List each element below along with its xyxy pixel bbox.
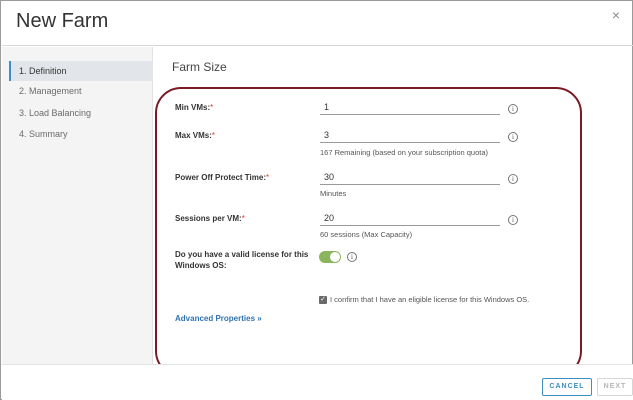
max-vms-info-icon[interactable]: i [508, 132, 518, 142]
new-farm-dialog: New Farm × 1. Definition 2. Management 3… [0, 0, 633, 400]
step-management[interactable]: 2. Management [9, 81, 153, 101]
max-vms-helper: 167 Remaining (based on your subscriptio… [320, 148, 489, 157]
toggle-knob [330, 252, 340, 262]
min-vms-label: Min VMs:* [175, 103, 214, 112]
step-definition[interactable]: 1. Definition [9, 61, 153, 81]
next-button[interactable]: NEXT [597, 378, 633, 396]
farm-size-highlight: Min VMs:* i Max VMs:* i 167 Remaining (b… [155, 87, 582, 377]
required-mark: * [211, 131, 216, 140]
min-vms-info-icon[interactable]: i [508, 104, 518, 114]
dialog-footer: CANCEL NEXT [2, 364, 633, 400]
license-confirm-label: I confirm that I have an eligible licens… [330, 295, 530, 304]
max-vms-label: Max VMs:* [175, 131, 216, 140]
dialog-header: New Farm × [2, 2, 633, 46]
step-load-balancing[interactable]: 3. Load Balancing [9, 103, 153, 123]
max-vms-input[interactable] [320, 127, 500, 143]
step-summary[interactable]: 4. Summary [9, 124, 153, 144]
power-off-info-icon[interactable]: i [508, 174, 518, 184]
power-off-input[interactable] [320, 169, 500, 185]
sessions-info-icon[interactable]: i [508, 215, 518, 225]
close-icon[interactable]: × [609, 8, 623, 22]
required-mark: * [241, 214, 245, 223]
power-off-label: Power Off Protect Time:* [175, 173, 270, 182]
dialog-title: New Farm [16, 10, 109, 32]
license-info-icon[interactable]: i [347, 252, 357, 262]
wizard-steps-sidebar: 1. Definition 2. Management 3. Load Bala… [2, 47, 153, 364]
license-toggle[interactable] [319, 251, 341, 263]
sessions-helper: 60 sessions (Max Capacity) [320, 230, 413, 239]
min-vms-input[interactable] [320, 99, 500, 115]
license-question-label: Do you have a valid license for this Wind… [175, 250, 309, 270]
sessions-label: Sessions per VM:* [175, 214, 245, 223]
sessions-input[interactable] [320, 210, 500, 226]
license-confirm-checkbox[interactable]: ✓ [319, 296, 327, 304]
advanced-properties-link[interactable]: Advanced Properties » [175, 314, 262, 323]
main-panel: Farm Size Min VMs:* i Max VMs:* i 167 Re… [153, 47, 633, 377]
cancel-button[interactable]: CANCEL [542, 378, 592, 396]
power-off-helper: Minutes [320, 189, 347, 198]
section-title: Farm Size [172, 60, 227, 74]
required-mark: * [265, 173, 270, 182]
required-mark: * [210, 103, 214, 112]
